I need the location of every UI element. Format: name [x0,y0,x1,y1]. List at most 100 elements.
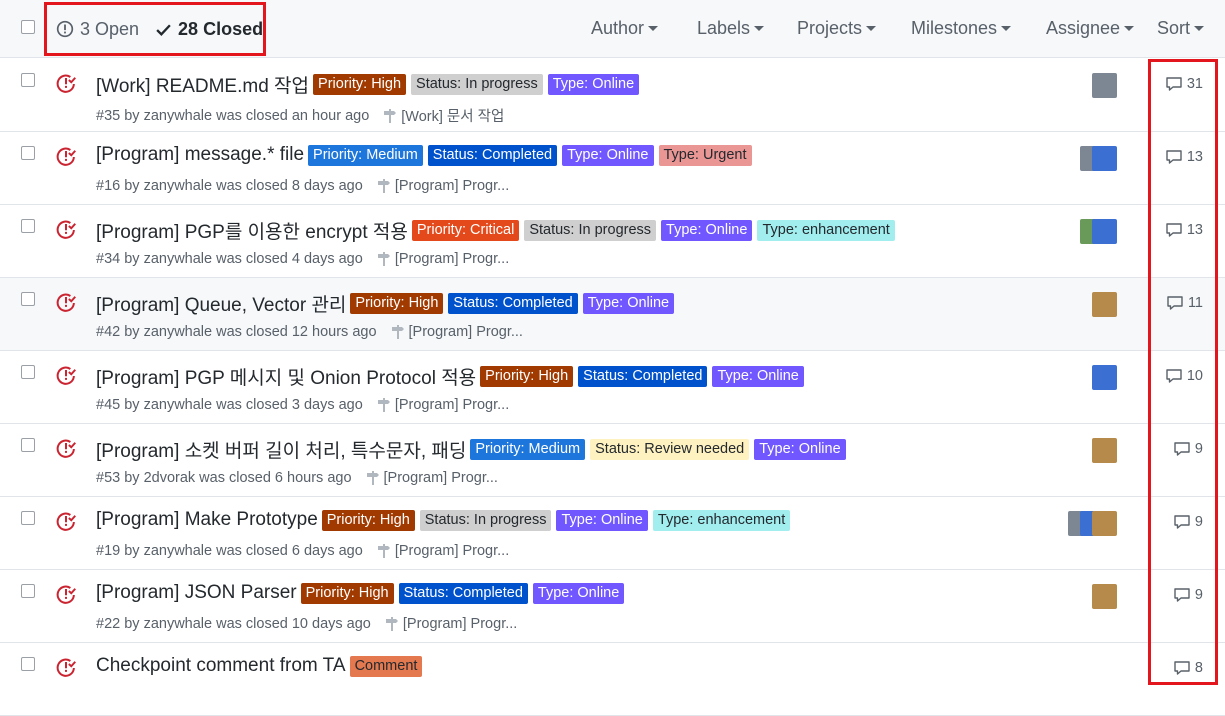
assignee-avatar[interactable] [1092,511,1117,536]
issue-label[interactable]: Comment [349,655,423,677]
issue-title-line: [Program] 소켓 버퍼 길이 처리, 특수문자, 패딩 Priority:… [96,436,851,463]
issue-label[interactable]: Status: In progress [411,74,543,95]
author-filter[interactable]: Author [591,18,659,39]
issue-row[interactable]: [Program] JSON Parser Priority: High Statu… [0,570,1225,643]
issue-title-link[interactable]: [Work] README.md 작업 [96,71,309,98]
issue-checkbox[interactable] [21,511,35,525]
issue-row[interactable]: [Work] README.md 작업 Priority: High Status:… [0,59,1225,132]
issue-row[interactable]: [Program] Make Prototype Priority: High St… [0,497,1225,570]
issue-row[interactable]: [Program] PGP 메시지 및 Onion Protocol 적용 Pri… [0,351,1225,424]
issue-label[interactable]: Status: Review needed [590,439,750,460]
issue-label[interactable]: Type: Online [754,439,846,460]
issue-label[interactable]: Status: In progress [524,220,657,241]
issue-checkbox[interactable] [21,292,35,306]
issue-label[interactable]: Priority: High [313,74,407,95]
issue-opened-icon [56,20,74,38]
caret-down-icon [648,26,659,31]
assignee-avatar[interactable] [1092,73,1117,98]
issue-row[interactable]: [Program] 소켓 버퍼 길이 처리, 특수문자, 패딩 Priority:… [0,424,1225,497]
assignee-avatar[interactable] [1092,292,1117,317]
milestone-link[interactable]: [Program] Progr... [385,616,517,632]
issue-meta: #45 by zanywhale was closed 3 days ago [P… [96,397,509,413]
assignee-avatar[interactable] [1092,438,1117,463]
issue-title-link[interactable]: [Program] PGP 메시지 및 Onion Protocol 적용 [96,363,476,390]
issue-label[interactable]: Type: Online [556,509,648,531]
milestone-link[interactable]: [Program] Progr... [377,178,509,194]
issue-closed-icon [56,74,76,93]
issue-checkbox[interactable] [21,146,35,160]
assignee-avatar[interactable] [1092,584,1117,609]
author-filter-label: Author [591,18,645,38]
issue-label[interactable]: Type: Online [661,220,753,241]
projects-filter[interactable]: Projects [797,18,877,39]
issue-meta: #34 by zanywhale was closed 4 days ago [P… [96,251,509,267]
issue-label[interactable]: Priority: Critical [411,220,520,241]
issue-label[interactable]: Status: In progress [419,509,552,531]
issue-title-link[interactable]: [Program] 소켓 버퍼 길이 처리, 특수문자, 패딩 [96,436,466,463]
issue-label[interactable]: Priority: Medium [308,144,423,166]
issue-label[interactable]: Type: Urgent [658,144,752,166]
milestone-link[interactable]: [Program] Progr... [377,251,509,267]
issue-label[interactable]: Status: Completed [427,144,558,166]
closed-issues-tab[interactable]: 28 Closed [155,19,263,40]
sort-filter-label: Sort [1157,18,1191,38]
issue-label[interactable]: Priority: High [350,293,444,314]
milestone-link[interactable]: [Work] 문서 작업 [383,105,504,126]
issue-checkbox[interactable] [21,365,35,379]
issue-checkbox[interactable] [21,73,35,87]
issue-row[interactable]: Checkpoint comment from TA Comment 8 [0,643,1225,716]
issue-row[interactable]: [Program] message.* file Priority: Medium… [0,132,1225,205]
issue-title-link[interactable]: Checkpoint comment from TA [96,655,346,677]
assignee-avatar[interactable] [1092,365,1117,390]
issue-title-link[interactable]: [Program] PGP를 이용한 encrypt 적용 [96,217,408,244]
milestone-label: [Program] Progr... [394,178,510,194]
issue-closed-icon [56,293,76,312]
issue-label[interactable]: Type: Online [712,366,804,387]
labels-filter[interactable]: Labels [697,18,765,39]
assignee-avatar[interactable] [1092,146,1117,171]
issue-label[interactable]: Type: Online [547,74,640,95]
issue-label[interactable]: Status: Completed [448,293,578,314]
issue-title-link[interactable]: [Program] message.* file [96,144,304,166]
milestone-link[interactable]: [Program] Progr... [391,324,523,340]
milestone-link[interactable]: [Program] Progr... [377,543,509,559]
issue-title-link[interactable]: [Program] Make Prototype [96,509,318,531]
issue-row[interactable]: [Program] PGP를 이용한 encrypt 적용 Priority: C… [0,205,1225,278]
assignee-filter[interactable]: Assignee [1046,18,1135,39]
issue-label[interactable]: Status: Completed [578,366,708,387]
milestones-filter-label: Milestones [911,18,998,38]
issue-label[interactable]: Priority: High [480,366,574,387]
sort-filter[interactable]: Sort [1157,18,1205,39]
issue-label[interactable]: Priority: High [300,582,394,604]
issue-label[interactable]: Type: Online [562,144,654,166]
issue-label[interactable]: Priority: Medium [470,439,586,460]
milestone-label: [Program] Progr... [394,251,510,267]
issue-closed-icon [56,585,76,604]
issue-title-link[interactable]: [Program] Queue, Vector 관리 [96,290,346,317]
issue-label[interactable]: Type: Online [532,582,625,604]
issue-closed-icon [56,366,76,385]
milestone-label: [Program] Progr... [408,324,523,340]
milestones-filter[interactable]: Milestones [911,18,1012,39]
issue-checkbox[interactable] [21,219,35,233]
open-issues-label: 3 Open [80,18,140,39]
issue-meta: #35 by zanywhale was closed an hour ago [… [96,105,504,126]
assignee-avatar[interactable] [1092,219,1117,244]
issue-title-link[interactable]: [Program] JSON Parser [96,582,297,604]
open-issues-tab[interactable]: 3 Open [56,19,139,40]
issue-meta-text: #34 by zanywhale was closed 4 days ago [96,251,363,267]
issue-label[interactable]: Type: enhancement [757,220,895,241]
milestone-label: [Program] Progr... [402,616,518,632]
issue-checkbox[interactable] [21,584,35,598]
issue-label[interactable]: Type: Online [582,293,675,314]
issue-label[interactable]: Status: Completed [398,582,528,604]
milestone-link[interactable]: [Program] Progr... [377,397,509,413]
milestone-link[interactable]: [Program] Progr... [366,470,498,486]
issue-checkbox[interactable] [21,438,35,452]
issue-label[interactable]: Type: enhancement [652,509,791,531]
milestone-icon [384,108,397,123]
issue-row[interactable]: [Program] Queue, Vector 관리 Priority: High… [0,278,1225,351]
select-all-checkbox[interactable] [21,20,35,34]
issue-label[interactable]: Priority: High [321,509,415,531]
issue-checkbox[interactable] [21,657,35,671]
